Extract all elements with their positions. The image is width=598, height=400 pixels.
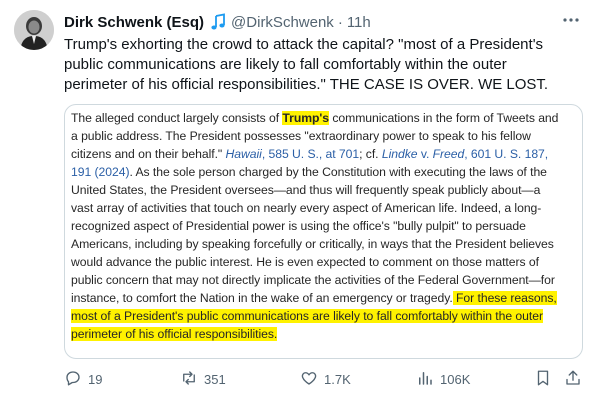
author-handle[interactable]: @DirkSchwenk	[231, 14, 334, 31]
share-icon	[564, 369, 588, 390]
citation-link: , 601 U. S. 187,	[464, 147, 549, 161]
citation-link: 191 (2024)	[71, 165, 130, 179]
citation-link: v.	[417, 147, 433, 161]
reply-icon	[64, 369, 88, 390]
document-line: perimeter of his official responsibiliti…	[71, 325, 581, 343]
document-line: public concern that may not directly imp…	[71, 273, 555, 287]
music-note-icon	[209, 13, 227, 31]
document-excerpt: The alleged conduct largely consists of …	[71, 109, 581, 343]
document-line: recognized aspect of Presidential power …	[71, 219, 526, 233]
document-line: vast array of activities that touch on n…	[71, 201, 542, 215]
document-text: citizens and on their behalf."	[71, 147, 226, 161]
avatar[interactable]	[14, 10, 54, 50]
document-text: communications in the form of Tweets and	[328, 111, 559, 125]
citation-link: Hawaii	[225, 147, 262, 161]
document-line: would advance the public interest. He is…	[71, 255, 539, 269]
document-text: ; cf.	[359, 147, 382, 161]
repost-count: 351	[204, 371, 226, 387]
document-line: Americans, including by speaking forcefu…	[71, 237, 554, 251]
document-text: The alleged conduct largely consists of	[71, 111, 283, 125]
tweet-text: Trump's exhorting the crowd to attack th…	[64, 35, 584, 95]
repost-button[interactable]: 351	[180, 369, 226, 389]
like-count: 1.7K	[324, 371, 351, 387]
tweet-header: Dirk Schwenk (Esq) @DirkSchwenk · 11h	[64, 11, 582, 33]
highlighted-text: perimeter of his official responsibiliti…	[71, 327, 278, 341]
tweet-text-line: public communications are likely to fall…	[64, 56, 507, 73]
tweet-text-line: Trump's exhorting the crowd to attack th…	[64, 36, 544, 53]
repost-icon	[180, 369, 204, 390]
bookmark-button[interactable]	[534, 369, 558, 389]
document-line: a public address. The President possesse…	[71, 129, 531, 143]
views-button[interactable]: 106K	[416, 369, 470, 389]
bookmark-icon	[534, 369, 558, 390]
highlighted-text: most of a President's public communicati…	[71, 309, 543, 323]
tweet-actions: 19 351 1.7K 106K	[64, 369, 584, 389]
document-line: most of a President's public communicati…	[71, 307, 581, 325]
heart-icon	[300, 369, 324, 390]
share-button[interactable]	[564, 369, 588, 389]
author-name[interactable]: Dirk Schwenk (Esq)	[64, 14, 204, 31]
like-button[interactable]: 1.7K	[300, 369, 351, 389]
tweet-timestamp[interactable]: 11h	[347, 14, 371, 31]
document-line: United States, the President oversees—an…	[71, 183, 541, 197]
document-text: . As the sole person charged by the Cons…	[129, 165, 547, 179]
separator-dot: ·	[337, 13, 343, 31]
highlighted-word: Trump's	[282, 111, 329, 125]
reply-count: 19	[88, 371, 103, 387]
document-line: citizens and on their behalf." Hawaii, 5…	[71, 145, 581, 163]
attached-image[interactable]: The alleged conduct largely consists of …	[64, 104, 583, 359]
document-line: The alleged conduct largely consists of …	[71, 109, 581, 127]
tweet-text-line: perimeter of his official responsibiliti…	[64, 76, 549, 93]
document-line: 191 (2024). As the sole person charged b…	[71, 163, 581, 181]
more-options-icon[interactable]	[560, 13, 582, 27]
views-count: 106K	[440, 371, 471, 387]
analytics-icon	[416, 369, 440, 390]
citation-link: Freed	[432, 147, 465, 161]
reply-button[interactable]: 19	[64, 369, 102, 389]
document-line: instance, to comfort the Nation in the w…	[71, 289, 581, 307]
citation-link: , 585 U. S., at 701	[261, 147, 360, 161]
citation-link: Lindke	[381, 147, 418, 161]
document-text: instance, to comfort the Nation in the w…	[71, 291, 453, 305]
highlighted-text: For these reasons,	[452, 291, 557, 305]
